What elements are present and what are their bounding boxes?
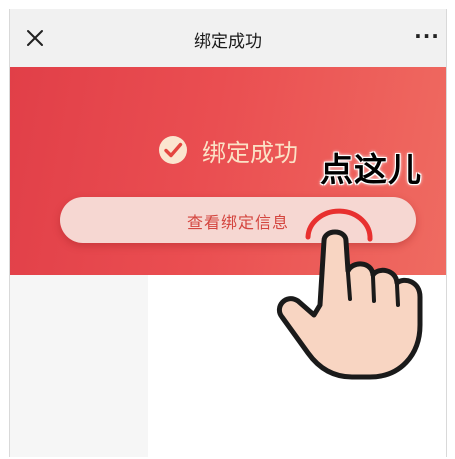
- content-left-panel: [10, 275, 148, 457]
- check-circle-icon: [159, 136, 187, 164]
- page-title: 绑定成功: [194, 32, 262, 52]
- success-message: 绑定成功: [202, 138, 298, 167]
- more-menu-button[interactable]: ···: [412, 25, 442, 47]
- tap-here-annotation: 点这儿: [320, 150, 422, 189]
- success-status: 绑定成功: [158, 133, 298, 167]
- navigation-bar: 绑定成功 ···: [10, 9, 446, 67]
- phone-screen: 绑定成功 ··· 绑定成功 查看绑定信息 点这儿: [9, 9, 447, 457]
- pointing-hand-icon: [276, 208, 423, 380]
